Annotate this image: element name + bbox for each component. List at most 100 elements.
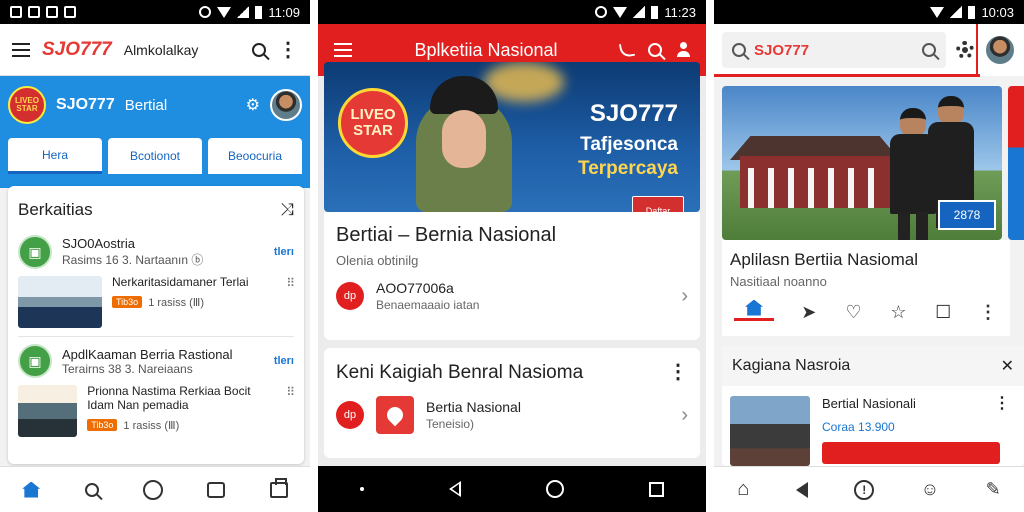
news-meta: 1 rasiss (Ⅲ) xyxy=(148,296,205,309)
bag-icon[interactable] xyxy=(269,477,288,498)
home-icon[interactable] xyxy=(22,481,41,498)
banner-line2: Tafjesonca xyxy=(580,134,678,155)
star-icon[interactable]: ☆ xyxy=(888,302,908,322)
battery-icon xyxy=(968,5,976,19)
compass-icon[interactable] xyxy=(142,479,163,500)
news-title: Nerkaritasidamaner Terlai xyxy=(112,275,249,289)
comment-icon[interactable]: ☐ xyxy=(933,302,953,322)
edit-icon[interactable]: ✎ xyxy=(986,479,1001,500)
signal-icon xyxy=(633,6,646,18)
profile-icon[interactable] xyxy=(676,42,690,58)
list-item[interactable]: dp Bertia Nasional Teneisio) › xyxy=(336,396,688,434)
source-meta: Terairns 38 3. Nareiaans xyxy=(62,361,193,376)
close-icon[interactable]: ✕ xyxy=(1001,356,1014,376)
chevron-right-icon[interactable]: › xyxy=(681,404,688,427)
action-bar: ➤ ♡ ☆ ☐ ⋮ xyxy=(730,299,1002,322)
status-bar: 11:23 xyxy=(318,0,706,24)
promo-banner[interactable]: LIVEO STAR SJO777 Tafjesonca Terpercaya … xyxy=(324,62,700,212)
list-item[interactable]: Nerkaritasidamaner Terlai Tib3o 1 rasiss … xyxy=(8,274,304,334)
search-icon[interactable] xyxy=(84,482,99,497)
hero-subtitle: Bertial xyxy=(124,96,168,114)
news-thumbnail xyxy=(730,396,810,466)
more-options-icon[interactable]: ⋮ xyxy=(668,362,688,384)
image-notification-icon xyxy=(46,6,58,18)
tab-hera[interactable]: Hera xyxy=(8,138,102,174)
heart-icon[interactable]: ♡ xyxy=(844,302,864,322)
bottom-nav xyxy=(0,466,310,512)
more-options-icon[interactable]: ⋮ xyxy=(278,40,298,60)
search-icon xyxy=(732,43,746,57)
home-icon[interactable] xyxy=(734,299,774,321)
chevron-right-icon[interactable]: › xyxy=(681,285,688,308)
location-pin-icon xyxy=(376,396,414,434)
person-icon[interactable]: ☺ xyxy=(921,479,939,500)
accent-bar xyxy=(714,74,980,77)
source-name: ApdlKaaman Berria Rastional xyxy=(62,346,233,362)
avatar[interactable] xyxy=(984,34,1016,66)
phone-icon[interactable] xyxy=(618,41,636,59)
list-item[interactable]: ▣ SJO0Aostria Rasims 16 3. Nartaanın ⓑ t… xyxy=(8,230,304,274)
status-bar: 10:03 xyxy=(714,0,1024,24)
brand-title: SJO777 xyxy=(42,38,112,60)
app-title: Bplketiia Nasional xyxy=(414,39,558,60)
news-pill: Tib3o xyxy=(87,419,118,432)
card-title: Bertiai – Bernia Nasional xyxy=(336,224,557,246)
settings-icon[interactable]: ⚙ xyxy=(246,95,260,115)
bottom-nav: ⌂ ! ☺ ✎ xyxy=(714,466,1024,512)
dot-icon[interactable] xyxy=(360,487,365,491)
menu-icon[interactable] xyxy=(12,42,30,57)
next-card-peek[interactable] xyxy=(1008,86,1024,240)
more-options-icon[interactable]: ⋮ xyxy=(978,303,998,321)
gear-icon[interactable] xyxy=(956,41,974,59)
item-icon: dp xyxy=(336,282,364,310)
system-nav-bar xyxy=(318,466,706,512)
list-item[interactable]: Bertial Nasionali ⋮ Coraa 13.900 xyxy=(722,386,1024,476)
app-logo: LIVEO STAR xyxy=(8,86,46,124)
banner-line3: Terpercaya xyxy=(578,158,678,179)
list-item[interactable]: ▣ ApdlKaaman Berria Rastional Terairns 3… xyxy=(8,339,304,383)
battery-icon xyxy=(651,5,659,19)
home-icon[interactable] xyxy=(545,480,564,498)
app-notification-icon xyxy=(10,6,22,18)
wifi-icon xyxy=(217,6,232,18)
recents-icon[interactable] xyxy=(648,481,664,497)
banner-person-image xyxy=(416,74,512,212)
search-icon[interactable] xyxy=(922,43,936,57)
card-subtitle: Olenia obtinilg xyxy=(336,253,419,268)
home-outline-icon[interactable]: ⌂ xyxy=(737,478,749,501)
back-icon[interactable] xyxy=(449,481,462,497)
banner-cta-button[interactable]: Daftar xyxy=(632,196,684,212)
source-tag: tlerı xyxy=(273,246,294,258)
status-time: 11:23 xyxy=(664,4,696,20)
search-input[interactable]: SJO777 xyxy=(722,32,946,68)
wifi-icon xyxy=(930,6,945,18)
chat-icon[interactable] xyxy=(207,481,226,498)
news-list-card: Berkaitias ⤨ ▣ SJO0Aostria Rasims 16 3. … xyxy=(8,186,304,464)
red-banner[interactable] xyxy=(822,442,1000,464)
search-icon[interactable] xyxy=(648,43,662,57)
back-icon[interactable] xyxy=(795,481,808,498)
building-pillars xyxy=(748,168,882,208)
status-bar: 11:09 xyxy=(0,0,310,24)
source-meta: Rasims 16 3. Nartaanın ⓑ xyxy=(62,253,204,267)
search-icon[interactable] xyxy=(252,42,266,57)
drag-handle-icon[interactable]: ⠿ xyxy=(286,385,295,441)
list-item[interactable]: Prionna Nastima Rerkiaa Bocit Idam Nan p… xyxy=(8,383,304,443)
menu-icon[interactable] xyxy=(334,43,352,57)
hero-image[interactable]: 2878 xyxy=(722,86,1002,240)
phone-screen-3: 10:03 SJO777 2878 Aplilasn Bertiia Nasio… xyxy=(714,0,1024,512)
drag-handle-icon[interactable]: ⠿ xyxy=(286,276,295,332)
brand-subtitle: Almkolalkay xyxy=(123,41,199,58)
expand-icon[interactable]: ⤨ xyxy=(280,200,294,220)
more-options-icon[interactable]: ⋮ xyxy=(994,396,1010,412)
image-notification-icon xyxy=(28,6,40,18)
news-meta: 1 rasiss (Ⅲ) xyxy=(123,419,180,432)
card-title: Keni Kaigiah Benral Nasioma xyxy=(336,362,584,383)
tab-beoocuria[interactable]: Beoocuria xyxy=(208,138,302,174)
avatar[interactable] xyxy=(270,89,302,121)
send-icon[interactable]: ➤ xyxy=(799,302,819,322)
alert-icon[interactable]: ! xyxy=(854,479,875,500)
wifi-icon xyxy=(613,6,628,18)
list-item[interactable]: dp AOO77006a Benaemaaaio iatan › xyxy=(336,280,688,312)
tab-bcotionot[interactable]: Bcotionot xyxy=(108,138,202,174)
